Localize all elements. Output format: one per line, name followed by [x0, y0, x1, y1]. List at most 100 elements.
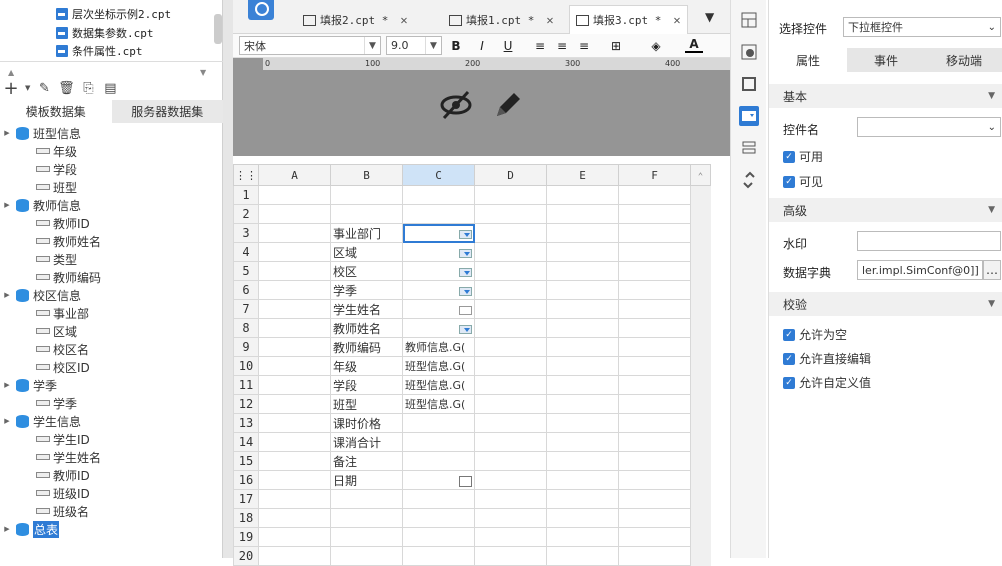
align-right-icon[interactable]: ≡: [575, 37, 593, 55]
tree-field-node[interactable]: 教师ID: [36, 214, 90, 232]
hyperlink-icon[interactable]: [739, 170, 759, 190]
grid-cell[interactable]: [402, 204, 475, 224]
cell-attribute-icon[interactable]: [739, 42, 759, 62]
app-logo-icon[interactable]: [248, 0, 274, 20]
grid-cell[interactable]: [330, 204, 403, 224]
italic-icon[interactable]: I: [473, 37, 491, 55]
grid-cell[interactable]: [402, 546, 475, 566]
row-header[interactable]: 15: [233, 451, 259, 471]
row-header[interactable]: 13: [233, 413, 259, 433]
grid-cell[interactable]: [402, 242, 475, 262]
grid-cell[interactable]: [474, 185, 547, 205]
grid-cell[interactable]: 校区: [330, 261, 403, 281]
grid-cell[interactable]: [402, 527, 475, 547]
grid-cell[interactable]: [618, 527, 691, 547]
grid-cell[interactable]: [402, 451, 475, 471]
grid-cell[interactable]: 年级: [330, 356, 403, 376]
grid-cell[interactable]: [258, 432, 331, 452]
grid-cell[interactable]: [474, 413, 547, 433]
grid-cell[interactable]: [258, 375, 331, 395]
grid-cell[interactable]: [546, 451, 619, 471]
tree-dataset-node[interactable]: ▶ 学季: [2, 376, 57, 394]
allow-empty-checkbox[interactable]: ✓ 允许为空: [783, 326, 847, 343]
grid-cell[interactable]: [546, 204, 619, 224]
grid-cell[interactable]: [474, 318, 547, 338]
grid-cell[interactable]: [546, 394, 619, 414]
file-item[interactable]: 层次坐标示例2.cpt: [56, 6, 171, 22]
grid-cell[interactable]: [474, 204, 547, 224]
row-header[interactable]: 10: [233, 356, 259, 376]
add-dataset-icon[interactable]: +: [3, 78, 19, 99]
tree-field-node[interactable]: 类型: [36, 250, 77, 268]
row-header[interactable]: 7: [233, 299, 259, 319]
grid-cell[interactable]: [618, 546, 691, 566]
file-list-scrollbar[interactable]: [214, 14, 222, 44]
grid-cell[interactable]: [402, 185, 475, 205]
expand-caret-icon[interactable]: ▶: [2, 290, 12, 300]
row-header[interactable]: 1: [233, 185, 259, 205]
file-item[interactable]: 条件属性.cpt: [56, 43, 143, 59]
grid-cell[interactable]: [402, 318, 475, 338]
border-icon[interactable]: ⊞: [607, 37, 625, 55]
grid-cell[interactable]: [330, 489, 403, 509]
grid-cell[interactable]: [258, 470, 331, 490]
collapse-down-icon[interactable]: ▼: [200, 68, 206, 77]
grid-cell[interactable]: 课时价格: [330, 413, 403, 433]
row-header[interactable]: 6: [233, 280, 259, 300]
grid-cell[interactable]: 学段: [330, 375, 403, 395]
grid-cell[interactable]: 班型信息.G(: [402, 375, 475, 395]
grid-cell[interactable]: [258, 204, 331, 224]
grid-cell[interactable]: [546, 546, 619, 566]
allow-edit-checkbox[interactable]: ✓ 允许直接编辑: [783, 350, 871, 367]
grid-cell[interactable]: [474, 242, 547, 262]
tab-fill3[interactable]: 填报3.cpt * ✕: [569, 5, 688, 34]
fill-color-icon[interactable]: ◈: [647, 37, 665, 55]
file-item[interactable]: 数据集参数.cpt: [56, 25, 154, 41]
grid-cell[interactable]: [618, 280, 691, 300]
watermark-input[interactable]: [857, 231, 1001, 251]
grid-cell[interactable]: [618, 432, 691, 452]
align-center-icon[interactable]: ≡: [553, 37, 571, 55]
expand-caret-icon[interactable]: ▶: [2, 380, 12, 390]
grid-cell[interactable]: [258, 508, 331, 528]
tree-field-node[interactable]: 区域: [36, 322, 77, 340]
grid-cell[interactable]: [618, 356, 691, 376]
enabled-checkbox[interactable]: ✓ 可用: [783, 148, 823, 165]
tree-dataset-node[interactable]: ▶ 教师信息: [2, 196, 81, 214]
expand-caret-icon[interactable]: ▶: [2, 416, 12, 426]
grid-cell[interactable]: [618, 261, 691, 281]
grid-cell[interactable]: [474, 508, 547, 528]
grid-cell[interactable]: 备注: [330, 451, 403, 471]
tab-fill2[interactable]: 填报2.cpt * ✕: [303, 6, 408, 34]
data-dict-input[interactable]: ler.impl.SimConf@0]]: [857, 260, 983, 280]
tab-server-dataset[interactable]: 服务器数据集: [111, 100, 223, 123]
grid-cell[interactable]: [546, 356, 619, 376]
grid-cell[interactable]: [474, 527, 547, 547]
grid-cell[interactable]: 日期: [330, 470, 403, 490]
tab-fill1[interactable]: 填报1.cpt * ✕: [449, 6, 554, 34]
tab-menu-icon[interactable]: ▼: [705, 10, 714, 24]
panel-splitter[interactable]: [223, 0, 233, 558]
tree-field-node[interactable]: 班级ID: [36, 484, 90, 502]
grid-cell[interactable]: 班型信息.G(: [402, 356, 475, 376]
row-header[interactable]: 9: [233, 337, 259, 357]
grid-cell[interactable]: [546, 470, 619, 490]
row-header[interactable]: 5: [233, 261, 259, 281]
tree-field-node[interactable]: 校区名: [36, 340, 89, 358]
eye-hidden-icon[interactable]: [439, 88, 473, 122]
grid-cell[interactable]: 课消合计: [330, 432, 403, 452]
grid-cell[interactable]: [546, 261, 619, 281]
grid-cell[interactable]: [546, 413, 619, 433]
add-dropdown-icon[interactable]: ▼: [25, 84, 30, 92]
row-header[interactable]: 8: [233, 318, 259, 338]
tree-field-node[interactable]: 学生ID: [36, 430, 90, 448]
grid-cell[interactable]: 班型信息.G(: [402, 394, 475, 414]
data-dict-button[interactable]: …: [983, 260, 1001, 280]
grid-cell[interactable]: [474, 261, 547, 281]
close-icon[interactable]: ✕: [400, 13, 407, 27]
grid-cell[interactable]: [258, 261, 331, 281]
expand-caret-icon[interactable]: ▶: [2, 128, 12, 138]
crop-icon[interactable]: [739, 74, 759, 94]
grid-cell[interactable]: [474, 489, 547, 509]
tree-field-node[interactable]: 学生姓名: [36, 448, 101, 466]
